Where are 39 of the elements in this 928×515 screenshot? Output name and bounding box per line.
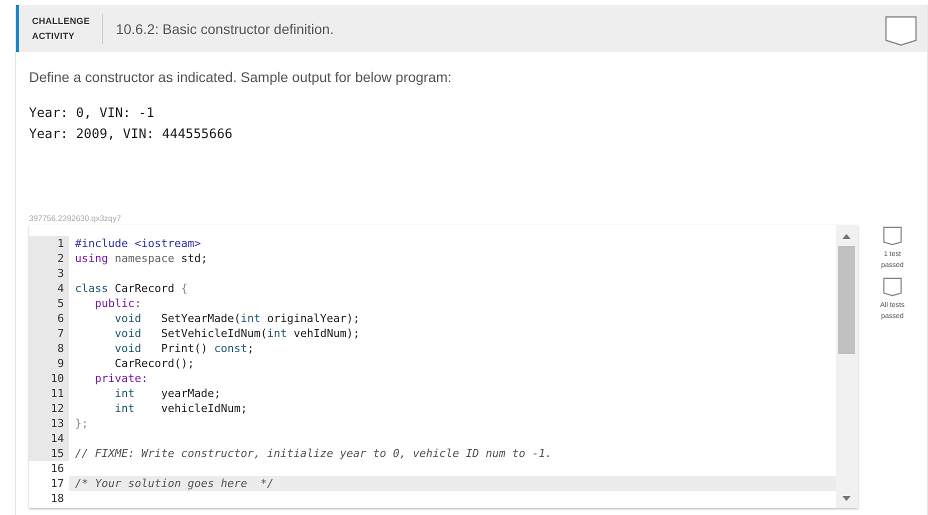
- line-number: 11: [29, 386, 69, 401]
- instructions-text: Define a constructor as indicated. Sample output for below program:: [29, 69, 453, 85]
- code-line: void SetVehicleIdNum(int vehIdNum);: [114, 326, 360, 341]
- line-number: 4: [29, 281, 69, 296]
- code-line: class CarRecord {: [74, 281, 188, 296]
- activity-title: 10.6.2: Basic constructor definition.: [116, 20, 335, 36]
- line-number: 15: [29, 446, 69, 461]
- activity-label: CHALLENGE ACTIVITY: [32, 14, 90, 42]
- line-number: 13: [29, 416, 69, 431]
- scroll-down-icon[interactable]: [842, 496, 852, 501]
- line-number: 9: [29, 356, 69, 371]
- line-number: 17: [29, 476, 69, 491]
- line-number: 14: [29, 431, 69, 446]
- activity-id: 397756.2392630.qx3zqy7: [29, 214, 122, 223]
- code-line: #include <iostream>: [74, 236, 201, 251]
- code-line: int vehicleIdNum;: [114, 401, 248, 416]
- line-number: 10: [29, 371, 69, 386]
- scroll-up-icon[interactable]: [842, 234, 852, 239]
- sample-output-line: Year: 2009, VIN: 444555666: [29, 126, 234, 144]
- code-line: /* Your solution goes here */: [74, 476, 274, 491]
- line-number: 2: [29, 251, 69, 266]
- code-line: CarRecord();: [114, 356, 194, 371]
- scrollbar[interactable]: [836, 225, 858, 508]
- line-number: 12: [29, 401, 69, 416]
- line-number: 1: [29, 236, 69, 251]
- code-line: };: [74, 416, 88, 431]
- code-line: int yearMade;: [114, 386, 221, 401]
- code-line: void SetYearMade(int originalYear);: [114, 311, 360, 326]
- sample-output-line: Year: 0, VIN: -1: [29, 105, 156, 123]
- line-number: 7: [29, 326, 69, 341]
- line-number: 5: [29, 296, 69, 311]
- line-number: 3: [29, 266, 69, 281]
- line-number: 8: [29, 341, 69, 356]
- code-line: private:: [94, 371, 148, 386]
- code-line: // FIXME: Write constructor, initialize year to 0, vehicle ID num to -1.: [74, 446, 552, 461]
- code-line: void Print() const;: [114, 341, 254, 356]
- code-line: public:: [94, 296, 142, 311]
- code-line: using namespace std;: [74, 251, 208, 266]
- line-number: 6: [29, 311, 69, 326]
